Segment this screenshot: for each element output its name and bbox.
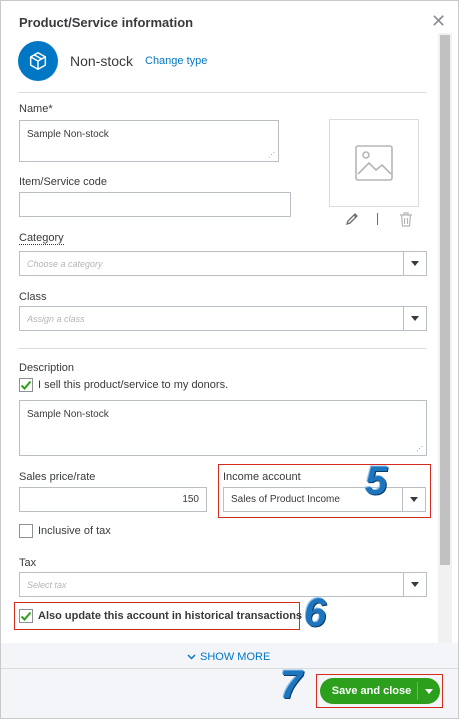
divider xyxy=(1,668,458,669)
income-account-dropdown[interactable]: Sales of Product Income xyxy=(223,487,426,512)
image-placeholder-icon xyxy=(355,145,393,181)
save-and-close-button[interactable]: Save and close xyxy=(320,678,440,704)
chevron-down-icon[interactable] xyxy=(403,252,426,275)
name-field[interactable]: Sample Non-stock ⋰ xyxy=(19,120,279,162)
show-more-link[interactable]: SHOW MORE xyxy=(187,651,270,663)
sell-checkbox[interactable] xyxy=(19,378,33,392)
separator xyxy=(377,213,378,225)
category-dropdown[interactable]: Choose a category xyxy=(19,251,427,276)
step-6-annotation: 6 xyxy=(304,591,327,635)
inclusive-tax-checkbox[interactable] xyxy=(19,524,33,538)
resize-grip-icon[interactable]: ⋰ xyxy=(268,152,275,159)
tax-label: Tax xyxy=(19,557,37,569)
checkmark-icon xyxy=(20,611,32,621)
show-more-label: SHOW MORE xyxy=(200,651,271,663)
income-account-label: Income account xyxy=(223,471,301,483)
image-upload-area[interactable] xyxy=(329,119,419,207)
product-service-panel: Product/Service information ✕ Non-stock … xyxy=(0,0,459,719)
class-label: Class xyxy=(19,291,47,303)
tax-dropdown[interactable]: Select tax xyxy=(19,572,427,597)
update-history-row[interactable]: Also update this account in historical t… xyxy=(19,609,302,623)
panel-title: Product/Service information xyxy=(19,15,194,30)
scrollbar-thumb[interactable] xyxy=(440,35,450,565)
income-account-value: Sales of Product Income xyxy=(231,494,340,505)
save-and-close-label: Save and close xyxy=(331,685,412,697)
save-options-chevron-icon[interactable] xyxy=(418,688,440,694)
class-placeholder: Assign a class xyxy=(27,313,85,324)
sell-checkbox-row[interactable]: I sell this product/service to my donors… xyxy=(19,378,228,392)
divider xyxy=(18,92,427,93)
inclusive-tax-label: Inclusive of tax xyxy=(38,525,111,537)
class-dropdown[interactable]: Assign a class xyxy=(19,306,427,331)
chevron-down-icon xyxy=(187,654,196,660)
checkmark-icon xyxy=(20,380,32,390)
code-field[interactable] xyxy=(19,192,291,217)
close-icon[interactable]: ✕ xyxy=(431,11,446,32)
code-label: Item/Service code xyxy=(19,176,108,188)
step-5-annotation: 5 xyxy=(365,459,388,503)
edit-pencil-icon[interactable] xyxy=(345,212,359,231)
category-placeholder: Choose a category xyxy=(27,258,103,269)
sales-price-value: 150 xyxy=(182,494,199,505)
chevron-down-icon[interactable] xyxy=(403,307,426,330)
resize-grip-icon[interactable]: ⋰ xyxy=(416,446,423,453)
update-history-checkbox[interactable] xyxy=(19,609,33,623)
sales-price-field[interactable]: 150 xyxy=(19,487,207,512)
update-history-label: Also update this account in historical t… xyxy=(38,610,303,622)
description-label: Description xyxy=(19,362,75,374)
change-type-link[interactable]: Change type xyxy=(145,55,207,67)
description-field[interactable]: Sample Non-stock ⋰ xyxy=(19,400,427,456)
name-label: Name* xyxy=(19,103,53,115)
box-icon xyxy=(18,41,58,81)
name-value: Sample Non-stock xyxy=(27,129,109,140)
divider xyxy=(18,348,427,349)
description-value: Sample Non-stock xyxy=(27,409,109,420)
sell-checkbox-label: I sell this product/service to my donors… xyxy=(38,379,229,391)
sales-price-label: Sales price/rate xyxy=(19,471,96,483)
chevron-down-icon[interactable] xyxy=(402,488,425,511)
trash-icon[interactable] xyxy=(399,212,413,232)
tax-placeholder: Select tax xyxy=(27,579,67,590)
category-label: Category xyxy=(19,232,64,245)
chevron-down-icon[interactable] xyxy=(403,573,426,596)
inclusive-tax-row[interactable]: Inclusive of tax xyxy=(19,524,111,538)
step-7-annotation: 7 xyxy=(280,663,303,707)
item-type-label: Non-stock xyxy=(70,53,134,69)
